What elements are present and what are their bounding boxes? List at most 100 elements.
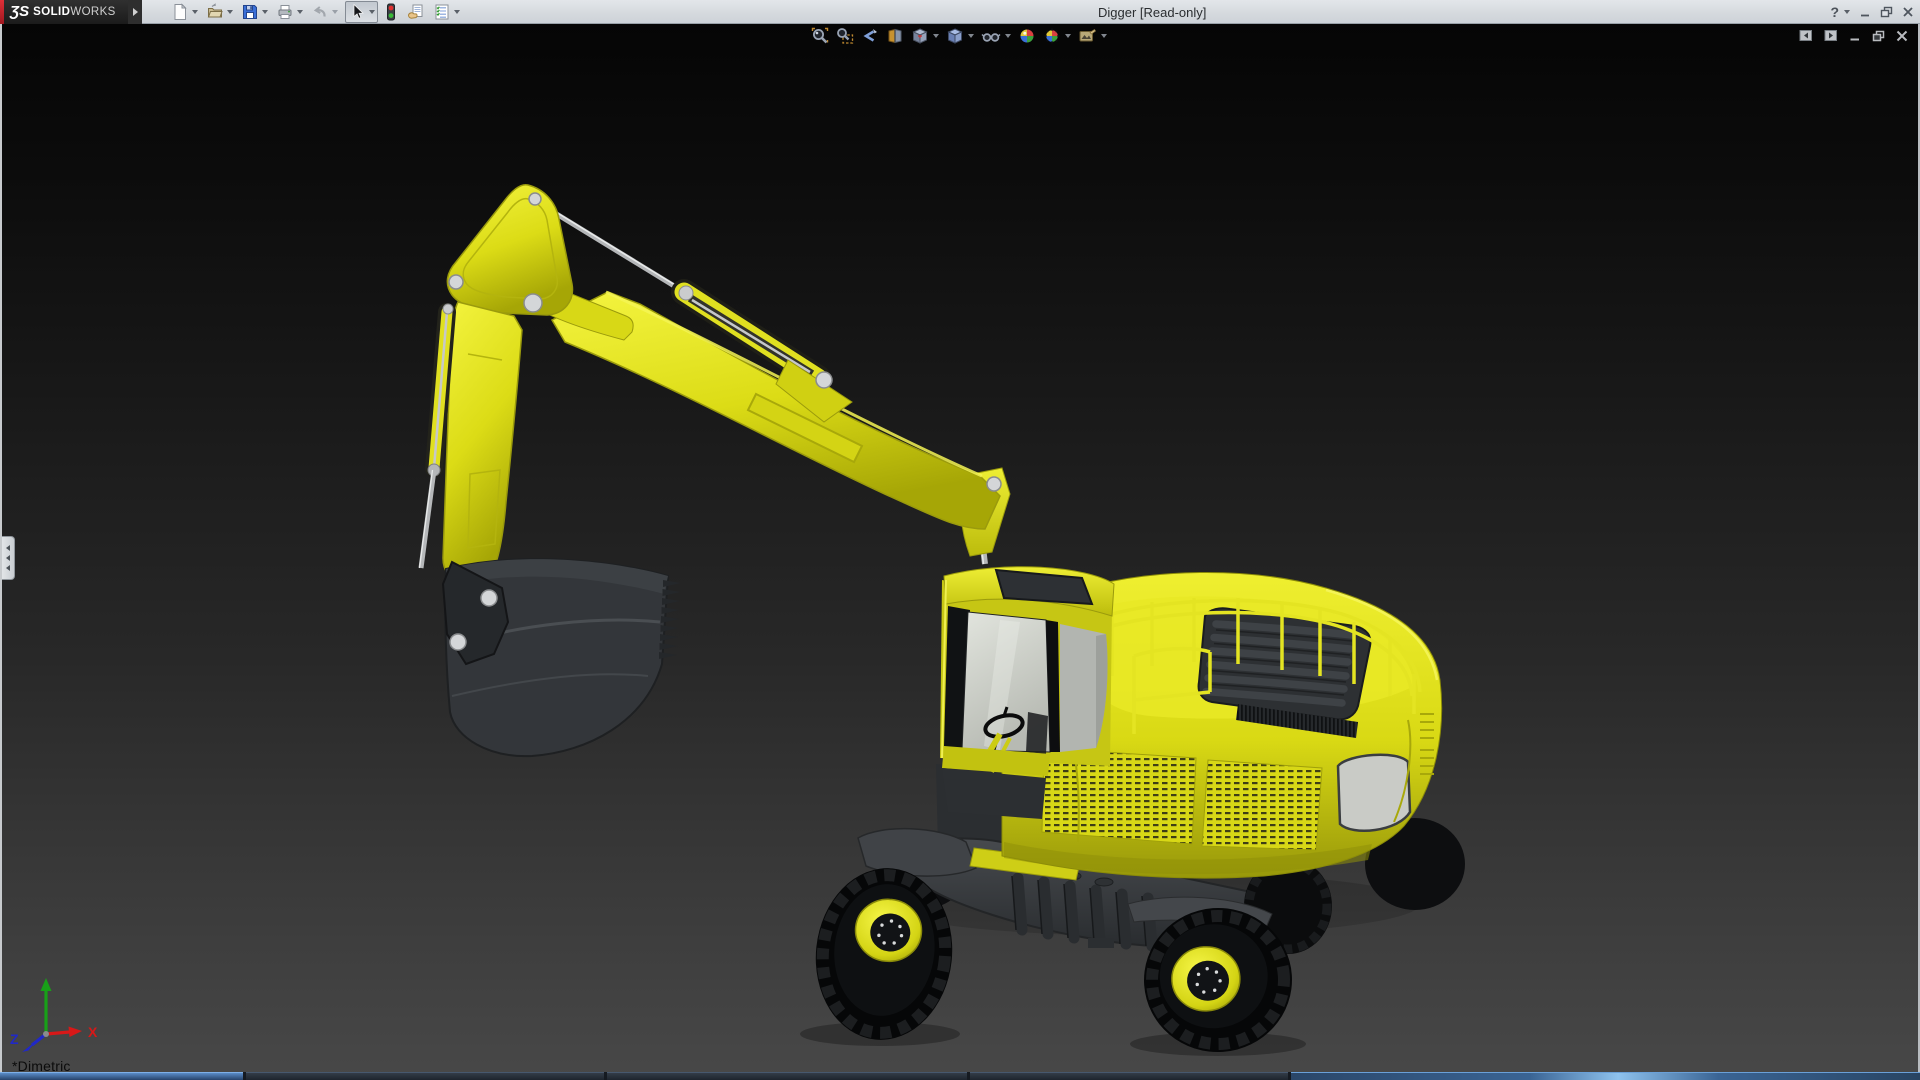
- edit-appearance-button[interactable]: [1018, 27, 1036, 45]
- new-document-button[interactable]: [170, 1, 199, 23]
- taskbar-segment[interactable]: [246, 1072, 604, 1080]
- dropdown-caret-icon[interactable]: [332, 10, 338, 14]
- view-orientation-icon: [911, 27, 929, 45]
- document-restore-button[interactable]: [1872, 30, 1885, 42]
- taskbar-sliver[interactable]: [0, 1072, 1920, 1080]
- minimize-button[interactable]: [1859, 6, 1871, 18]
- dropdown-caret-icon[interactable]: [192, 10, 198, 14]
- dropdown-caret-icon[interactable]: [297, 10, 303, 14]
- display-style-button[interactable]: [946, 27, 974, 45]
- save-icon: [241, 3, 259, 21]
- solidworks-logo: ƷS SOLIDWORKS: [0, 0, 128, 24]
- print-button[interactable]: [275, 1, 304, 23]
- side-grille: [1202, 760, 1322, 850]
- triad-z-label: Z: [10, 1031, 19, 1047]
- hide-show-items-icon: [981, 27, 1001, 45]
- restore-button[interactable]: [1880, 6, 1893, 18]
- taskbar-segment[interactable]: [0, 1072, 243, 1080]
- rebuild-traffic-light-icon: [384, 3, 398, 21]
- document-window-controls: [1799, 29, 1908, 42]
- solidworks-window: ƷS SOLIDWORKS: [0, 0, 1920, 1080]
- pane-toggle-right-icon: [1824, 29, 1838, 42]
- dropdown-caret-icon[interactable]: [1005, 34, 1011, 38]
- left-triangle-icon: [6, 555, 10, 561]
- save-button[interactable]: [240, 1, 269, 23]
- previous-view-button[interactable]: [861, 27, 879, 45]
- pane-toggle-left-icon: [1799, 29, 1813, 42]
- print-icon: [276, 3, 294, 21]
- rebuild-button[interactable]: [383, 1, 399, 23]
- apply-scene-button[interactable]: [1043, 27, 1071, 45]
- solidworks-3s-logo-icon: ƷS: [10, 3, 29, 20]
- taskbar-segment[interactable]: [1291, 1072, 1920, 1080]
- reference-triad: X Z: [8, 972, 108, 1058]
- new-document-icon: [171, 3, 189, 21]
- headsup-view-toolbar: [811, 27, 1107, 45]
- file-properties-icon: [406, 3, 425, 21]
- engine-cover: [1199, 608, 1371, 719]
- dropdown-caret-icon[interactable]: [1065, 34, 1071, 38]
- file-properties-button[interactable]: [405, 1, 426, 23]
- menu-expand-arrow[interactable]: [128, 0, 142, 24]
- rear-side-window: [1338, 755, 1410, 831]
- taskbar-segment[interactable]: [607, 1072, 967, 1080]
- triad-x-label: X: [88, 1024, 98, 1040]
- dropdown-caret-icon[interactable]: [227, 10, 233, 14]
- dropdown-caret-icon[interactable]: [454, 10, 460, 14]
- zoom-to-area-icon: [836, 27, 854, 45]
- section-view-icon: [886, 27, 904, 45]
- undo-icon: [311, 3, 329, 21]
- excavator-model[interactable]: [0, 24, 1920, 1080]
- dipper-arm: [443, 302, 522, 582]
- options-icon: [433, 3, 451, 21]
- window-title: Digger [Read-only]: [1098, 5, 1206, 20]
- close-button[interactable]: [1902, 6, 1914, 18]
- dropdown-caret-icon[interactable]: [369, 10, 375, 14]
- boom-head: [447, 185, 572, 315]
- dropdown-caret-icon[interactable]: [933, 34, 939, 38]
- select-tool-button[interactable]: [345, 1, 378, 23]
- close-icon: [1896, 30, 1908, 42]
- options-button[interactable]: [432, 1, 461, 23]
- excavator-boom-assembly[interactable]: [420, 185, 1011, 756]
- view-orientation-button[interactable]: [911, 27, 939, 45]
- zoom-to-area-button[interactable]: [836, 27, 854, 45]
- undo-button[interactable]: [310, 1, 339, 23]
- main-toolbar: [170, 0, 467, 24]
- previous-view-icon: [861, 27, 879, 45]
- zoom-to-fit-button[interactable]: [811, 27, 829, 45]
- open-button[interactable]: [205, 1, 234, 23]
- view-settings-button[interactable]: [1078, 27, 1107, 45]
- right-triangle-icon: [133, 8, 138, 16]
- restore-icon: [1880, 6, 1893, 18]
- left-triangle-icon: [6, 545, 10, 551]
- view-settings-icon: [1078, 27, 1097, 45]
- brand-text-solid: SOLID: [33, 6, 70, 18]
- zoom-to-fit-icon: [811, 27, 829, 45]
- help-dropdown-caret-icon[interactable]: [1844, 10, 1850, 14]
- edit-appearance-icon: [1018, 27, 1036, 45]
- help-button[interactable]: ?: [1830, 4, 1839, 20]
- dropdown-caret-icon[interactable]: [968, 34, 974, 38]
- pane-toggle-right-button[interactable]: [1824, 29, 1838, 42]
- brand-text-works: WORKS: [70, 6, 115, 18]
- graphics-viewport[interactable]: X Z *Dimetric: [0, 24, 1920, 1080]
- taskbar-segment[interactable]: [970, 1072, 1288, 1080]
- pane-toggle-left-button[interactable]: [1799, 29, 1813, 42]
- restore-icon: [1872, 30, 1885, 42]
- dropdown-caret-icon[interactable]: [1101, 34, 1107, 38]
- window-controls: ?: [1830, 0, 1914, 24]
- minimize-icon: [1849, 30, 1861, 42]
- hide-show-items-button[interactable]: [981, 27, 1011, 45]
- left-triangle-icon: [6, 565, 10, 571]
- feature-panel-collapse-tab[interactable]: [2, 536, 15, 580]
- document-minimize-button[interactable]: [1849, 30, 1861, 42]
- open-icon: [206, 3, 224, 21]
- titlebar: ƷS SOLIDWORKS: [0, 0, 1920, 24]
- select-cursor-icon: [348, 3, 366, 21]
- minimize-icon: [1859, 6, 1871, 18]
- dropdown-caret-icon[interactable]: [262, 10, 268, 14]
- display-style-icon: [946, 27, 964, 45]
- section-view-button[interactable]: [886, 27, 904, 45]
- document-close-button[interactable]: [1896, 30, 1908, 42]
